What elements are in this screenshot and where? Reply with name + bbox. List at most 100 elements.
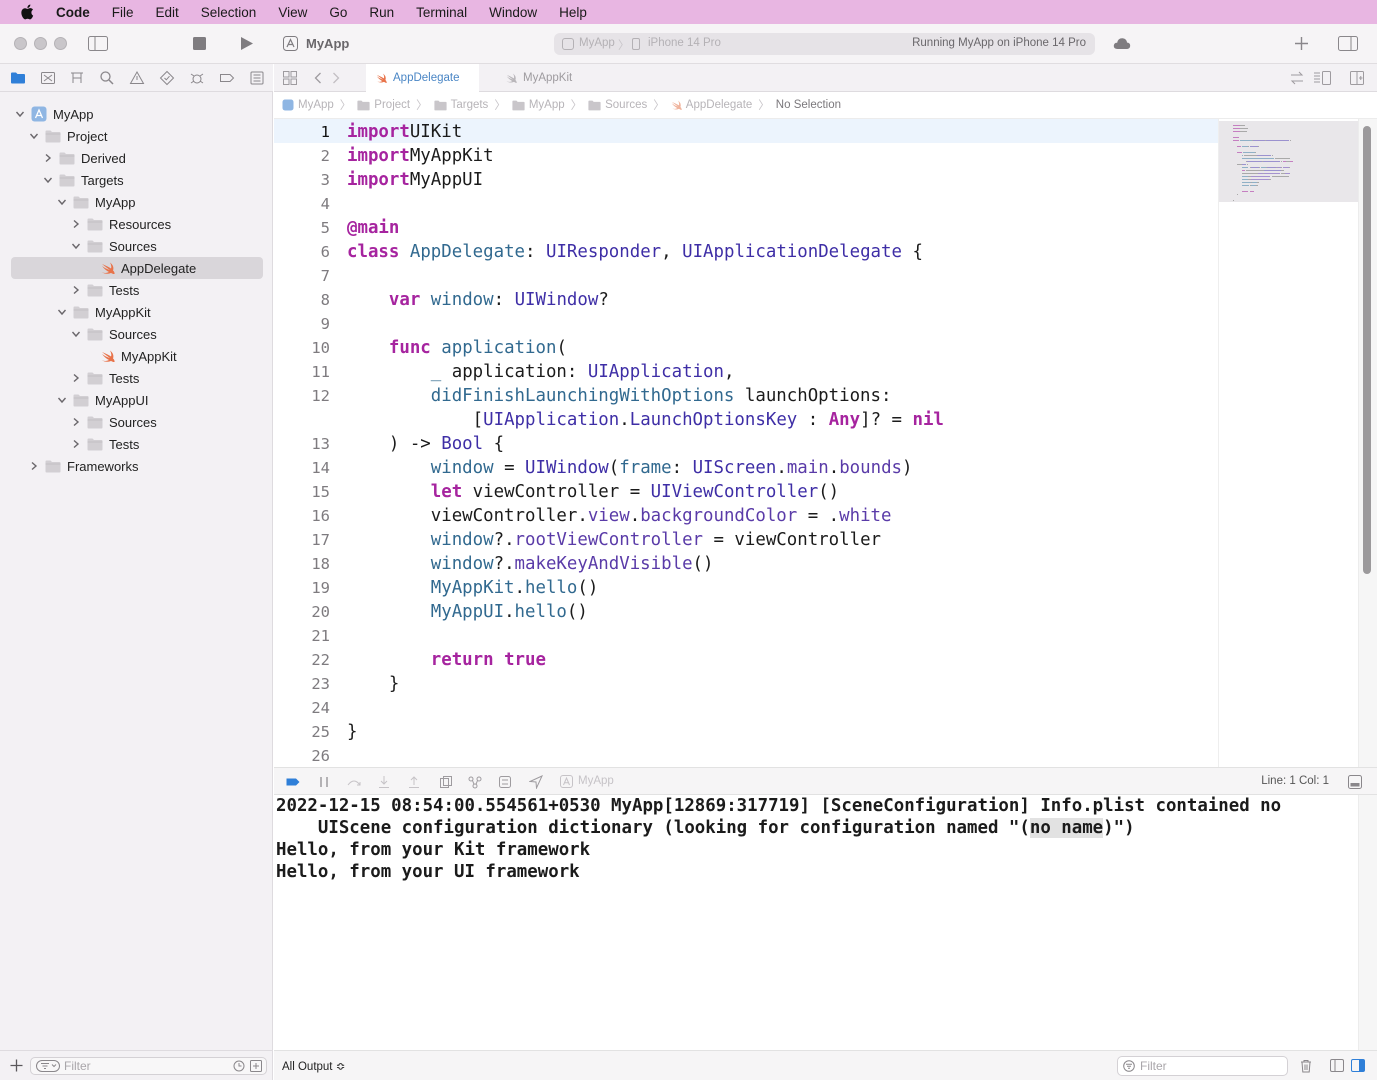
code-line[interactable]: class AppDelegate: UIResponder, UIApplic… bbox=[347, 240, 923, 264]
tree-item-sources[interactable]: Sources bbox=[11, 411, 263, 433]
add-file-icon[interactable] bbox=[10, 1059, 23, 1072]
close-window-button[interactable] bbox=[14, 37, 27, 50]
editor-scrollbar[interactable] bbox=[1358, 119, 1377, 767]
code-line[interactable]: window = UIWindow(frame: UIScreen.main.b… bbox=[347, 456, 913, 480]
trash-icon[interactable] bbox=[1300, 1059, 1312, 1073]
step-into-icon[interactable] bbox=[377, 775, 391, 789]
swap-icon[interactable] bbox=[1290, 71, 1304, 85]
code-line[interactable]: viewController.view.backgroundColor = .w… bbox=[347, 504, 892, 528]
tree-item-tests[interactable]: Tests bbox=[11, 279, 263, 301]
menu-go[interactable]: Go bbox=[329, 5, 347, 20]
code-line[interactable]: window?.rootViewController = viewControl… bbox=[347, 528, 881, 552]
breadcrumb-folder[interactable]: MyApp bbox=[512, 99, 565, 111]
menu-window[interactable]: Window bbox=[489, 5, 537, 20]
breakpoints-toggle-icon[interactable] bbox=[286, 775, 300, 789]
apple-menu-icon[interactable] bbox=[18, 4, 36, 20]
breadcrumb-folder[interactable]: Targets bbox=[434, 99, 488, 111]
menu-selection[interactable]: Selection bbox=[201, 5, 257, 20]
run-destination[interactable]: iPhone 14 Pro bbox=[648, 37, 721, 49]
show-console-view-icon[interactable] bbox=[1351, 1059, 1365, 1072]
menu-view[interactable]: View bbox=[278, 5, 307, 20]
code-line[interactable]: MyAppUI.hello() bbox=[347, 600, 588, 624]
tree-item-myappkit[interactable]: MyAppKit bbox=[11, 301, 263, 323]
console-output[interactable]: 2022-12-15 08:54:00.554561+0530 MyApp[12… bbox=[274, 795, 1358, 1050]
report-navigator-icon[interactable] bbox=[249, 70, 265, 86]
chevron-right-icon[interactable] bbox=[71, 373, 81, 383]
code-line[interactable]: var window: UIWindow? bbox=[347, 288, 609, 312]
stop-icon[interactable] bbox=[193, 37, 206, 50]
tree-item-sources[interactable]: Sources bbox=[11, 235, 263, 257]
minimap[interactable] bbox=[1218, 119, 1359, 767]
scheme-activity-bar[interactable]: MyApp 〉 iPhone 14 Pro Running MyApp on i… bbox=[554, 33, 1095, 55]
breadcrumb-folder[interactable]: Sources bbox=[588, 99, 647, 111]
toggle-navigator-icon[interactable] bbox=[88, 36, 108, 51]
step-out-icon[interactable] bbox=[407, 775, 421, 789]
chevron-down-icon[interactable] bbox=[29, 131, 39, 141]
console-scrollbar[interactable] bbox=[1358, 795, 1377, 1050]
chevron-right-icon[interactable] bbox=[71, 219, 81, 229]
tree-item-appdelegate[interactable]: AppDelegate bbox=[11, 257, 263, 279]
hide-debug-area-icon[interactable] bbox=[1348, 775, 1362, 789]
modified-files-icon[interactable] bbox=[250, 1060, 262, 1072]
chevron-down-icon[interactable] bbox=[57, 197, 67, 207]
tree-item-myapp[interactable]: MyApp bbox=[11, 103, 263, 125]
code-line[interactable]: ) -> Bool { bbox=[347, 432, 504, 456]
navigator-filter-input[interactable]: Filter bbox=[30, 1057, 267, 1075]
console-filter-input[interactable]: Filter bbox=[1117, 1056, 1288, 1076]
run-icon[interactable] bbox=[240, 36, 254, 51]
breadcrumb-project[interactable]: MyApp bbox=[282, 99, 334, 111]
menu-file[interactable]: File bbox=[112, 5, 134, 20]
tree-item-resources[interactable]: Resources bbox=[11, 213, 263, 235]
find-navigator-icon[interactable] bbox=[99, 70, 115, 86]
menu-edit[interactable]: Edit bbox=[156, 5, 179, 20]
code-line[interactable]: return true bbox=[347, 648, 546, 672]
view-debugger-icon[interactable] bbox=[439, 775, 453, 789]
zoom-window-button[interactable] bbox=[54, 37, 67, 50]
symbol-navigator-icon[interactable] bbox=[69, 70, 85, 86]
step-over-icon[interactable] bbox=[347, 775, 361, 789]
issue-navigator-icon[interactable] bbox=[129, 70, 145, 86]
code-line[interactable]: importMyAppKit bbox=[347, 144, 494, 168]
code-line[interactable]: } bbox=[347, 720, 357, 744]
cloud-icon[interactable] bbox=[1113, 37, 1131, 50]
code-line[interactable]: } bbox=[347, 672, 399, 696]
code-line[interactable]: importMyAppUI bbox=[347, 168, 483, 192]
tree-item-frameworks[interactable]: Frameworks bbox=[11, 455, 263, 477]
minimize-window-button[interactable] bbox=[34, 37, 47, 50]
chevron-right-icon[interactable] bbox=[43, 153, 53, 163]
toggle-inspector-icon[interactable] bbox=[1338, 36, 1358, 51]
menu-app-name[interactable]: Code bbox=[56, 5, 90, 20]
source-control-navigator-icon[interactable] bbox=[40, 70, 56, 86]
code-line[interactable]: [UIApplication.LaunchOptionsKey : Any]? … bbox=[347, 408, 944, 432]
code-line[interactable]: window?.makeKeyAndVisible() bbox=[347, 552, 714, 576]
chevron-down-icon[interactable] bbox=[71, 241, 81, 251]
menu-help[interactable]: Help bbox=[559, 5, 587, 20]
tab-myappkit[interactable]: MyAppKit bbox=[496, 64, 596, 92]
chevron-down-icon[interactable] bbox=[57, 307, 67, 317]
show-variables-view-icon[interactable] bbox=[1330, 1059, 1344, 1072]
recent-files-icon[interactable] bbox=[233, 1060, 245, 1072]
breadcrumb-symbol[interactable]: No Selection bbox=[776, 99, 841, 111]
environment-overrides-icon[interactable] bbox=[498, 775, 512, 789]
code-line[interactable]: @main bbox=[347, 216, 399, 240]
code-line[interactable]: didFinishLaunchingWithOptions launchOpti… bbox=[347, 384, 892, 408]
add-editor-icon[interactable] bbox=[1350, 71, 1364, 85]
breadcrumb-file[interactable]: AppDelegate bbox=[671, 99, 752, 111]
add-icon[interactable] bbox=[1295, 37, 1308, 50]
chevron-right-icon[interactable] bbox=[71, 285, 81, 295]
chevron-down-icon[interactable] bbox=[43, 175, 53, 185]
back-icon[interactable] bbox=[314, 72, 322, 84]
scheme-name[interactable]: MyApp bbox=[579, 37, 615, 49]
tab-appdelegate[interactable]: AppDelegate bbox=[366, 64, 479, 92]
memory-graph-icon[interactable] bbox=[468, 775, 482, 789]
code-line[interactable]: let viewController = UIViewController() bbox=[347, 480, 839, 504]
filter-options-icon[interactable] bbox=[36, 1060, 60, 1072]
breadcrumb-folder[interactable]: Project bbox=[357, 99, 410, 111]
tree-item-project[interactable]: Project bbox=[11, 125, 263, 147]
tree-item-tests[interactable]: Tests bbox=[11, 367, 263, 389]
tree-item-targets[interactable]: Targets bbox=[11, 169, 263, 191]
tree-item-myapp[interactable]: MyApp bbox=[11, 191, 263, 213]
chevron-down-icon[interactable] bbox=[15, 109, 25, 119]
tree-item-sources[interactable]: Sources bbox=[11, 323, 263, 345]
menu-run[interactable]: Run bbox=[369, 5, 394, 20]
